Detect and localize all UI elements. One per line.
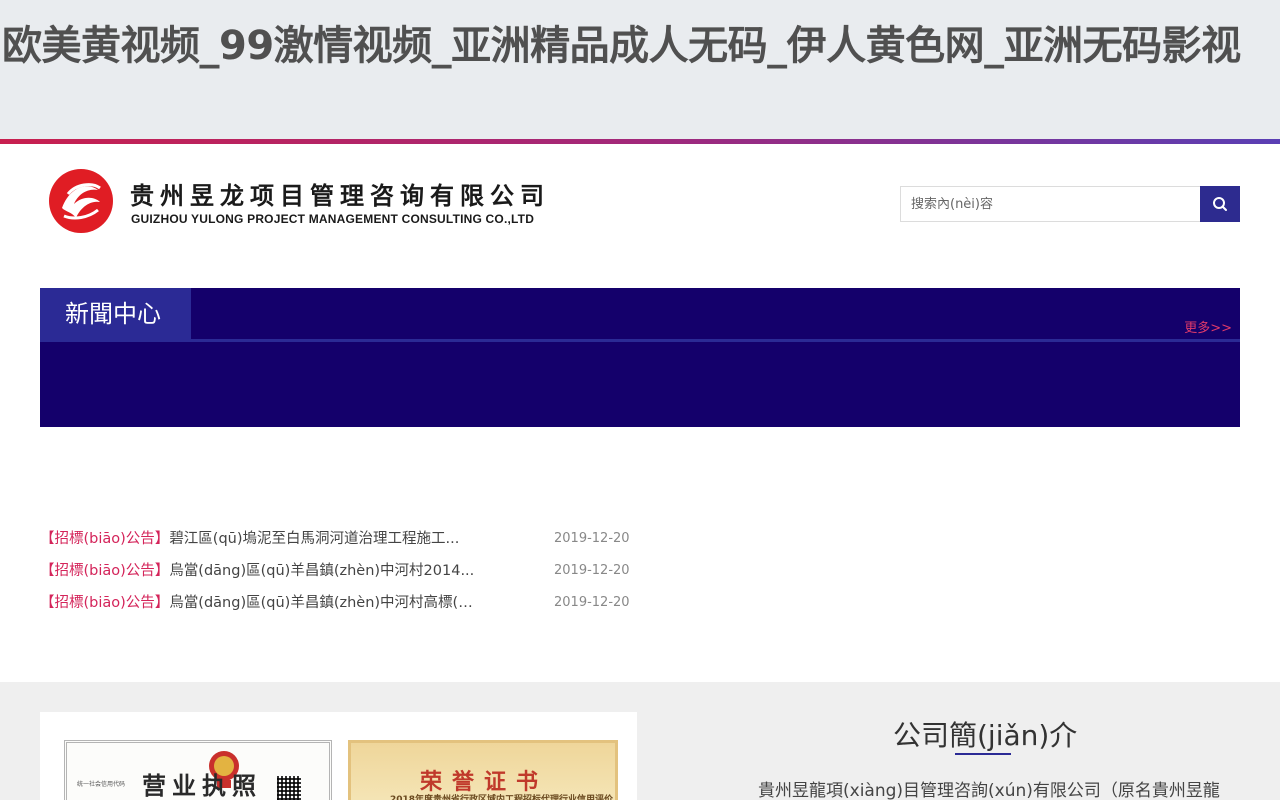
search-box bbox=[900, 186, 1240, 222]
license-small-text: 统一社会信用代码 bbox=[77, 781, 126, 788]
news-title[interactable]: 烏當(dāng)區(qū)羊昌鎮(zhèn)中河村2014... bbox=[169, 558, 474, 584]
company-logo-icon bbox=[49, 169, 113, 233]
news-tag: 【招標(biāo)公告】 bbox=[40, 563, 170, 579]
news-date: 2019-12-20 bbox=[554, 595, 630, 610]
news-title[interactable]: 碧江區(qū)塢泥至白馬洞河道治理工程施工... bbox=[169, 526, 459, 552]
news-date: 2019-12-20 bbox=[554, 531, 630, 546]
certificates-panel: 统一社会信用代码 营业执照 荣誉证书 2018年度贵州省行政区域内工程招标代理行… bbox=[40, 712, 637, 800]
search-button[interactable] bbox=[1200, 186, 1240, 222]
site-header: 贵州昱龙项目管理咨询有限公司 GUIZHOU YULONG PROJECT MA… bbox=[0, 144, 1280, 288]
company-logo[interactable]: 贵州昱龙项目管理咨询有限公司 GUIZHOU YULONG PROJECT MA… bbox=[48, 166, 548, 236]
honor-certificate-subtitle: 2018年度贵州省行政区域内工程招标代理行业信用评价 bbox=[390, 795, 614, 800]
news-date: 2019-12-20 bbox=[554, 563, 630, 578]
news-tag: 【招標(biāo)公告】 bbox=[40, 595, 170, 611]
search-icon bbox=[1213, 197, 1227, 211]
logo-company-name-cn: 贵州昱龙项目管理咨询有限公司 bbox=[130, 181, 550, 210]
list-item[interactable]: 【招標(biāo)公告】烏當(dāng)區(qū)羊昌鎮(zhèn)中河村201… bbox=[40, 558, 640, 590]
qr-code-icon bbox=[277, 776, 301, 800]
list-item[interactable]: 【招標(biāo)公告】烏當(dāng)區(qū)羊昌鎮(zhèn)中河村高標(… bbox=[40, 590, 640, 622]
site-title: 欧美黄视频_99激情视频_亚洲精品成人无码_伊人黄色网_亚洲无码影视 bbox=[2, 23, 1241, 69]
logo-company-name-en: GUIZHOU YULONG PROJECT MANAGEMENT CONSUL… bbox=[131, 212, 535, 226]
news-center-panel: 新聞中心 更多>> bbox=[40, 288, 1240, 427]
news-title[interactable]: 烏當(dāng)區(qū)羊昌鎮(zhèn)中河村高標(b... bbox=[169, 590, 477, 616]
license-title: 营业执照 bbox=[142, 771, 262, 800]
search-input[interactable] bbox=[900, 186, 1200, 222]
more-news-link[interactable]: 更多>> bbox=[1184, 317, 1232, 336]
news-tag: 【招標(biāo)公告】 bbox=[40, 531, 170, 547]
tab-news-center[interactable]: 新聞中心 bbox=[40, 288, 191, 340]
news-divider bbox=[40, 339, 1240, 342]
list-item[interactable]: 【招標(biāo)公告】碧江區(qū)塢泥至白馬洞河道治理工程施工... 201… bbox=[40, 526, 640, 558]
news-list: 【招標(biāo)公告】碧江區(qū)塢泥至白馬洞河道治理工程施工... 201… bbox=[40, 526, 640, 622]
site-title-bar: 欧美黄视频_99激情视频_亚洲精品成人无码_伊人黄色网_亚洲无码影视 bbox=[0, 0, 1280, 139]
company-intro-text: 貴州昱龍項(xiàng)目管理咨詢(xún)有限公司（原名貴州昱龍 bbox=[758, 781, 1220, 800]
company-intro-title: 公司簡(jiǎn)介 bbox=[893, 719, 1078, 752]
intro-title-underline bbox=[955, 753, 1011, 755]
